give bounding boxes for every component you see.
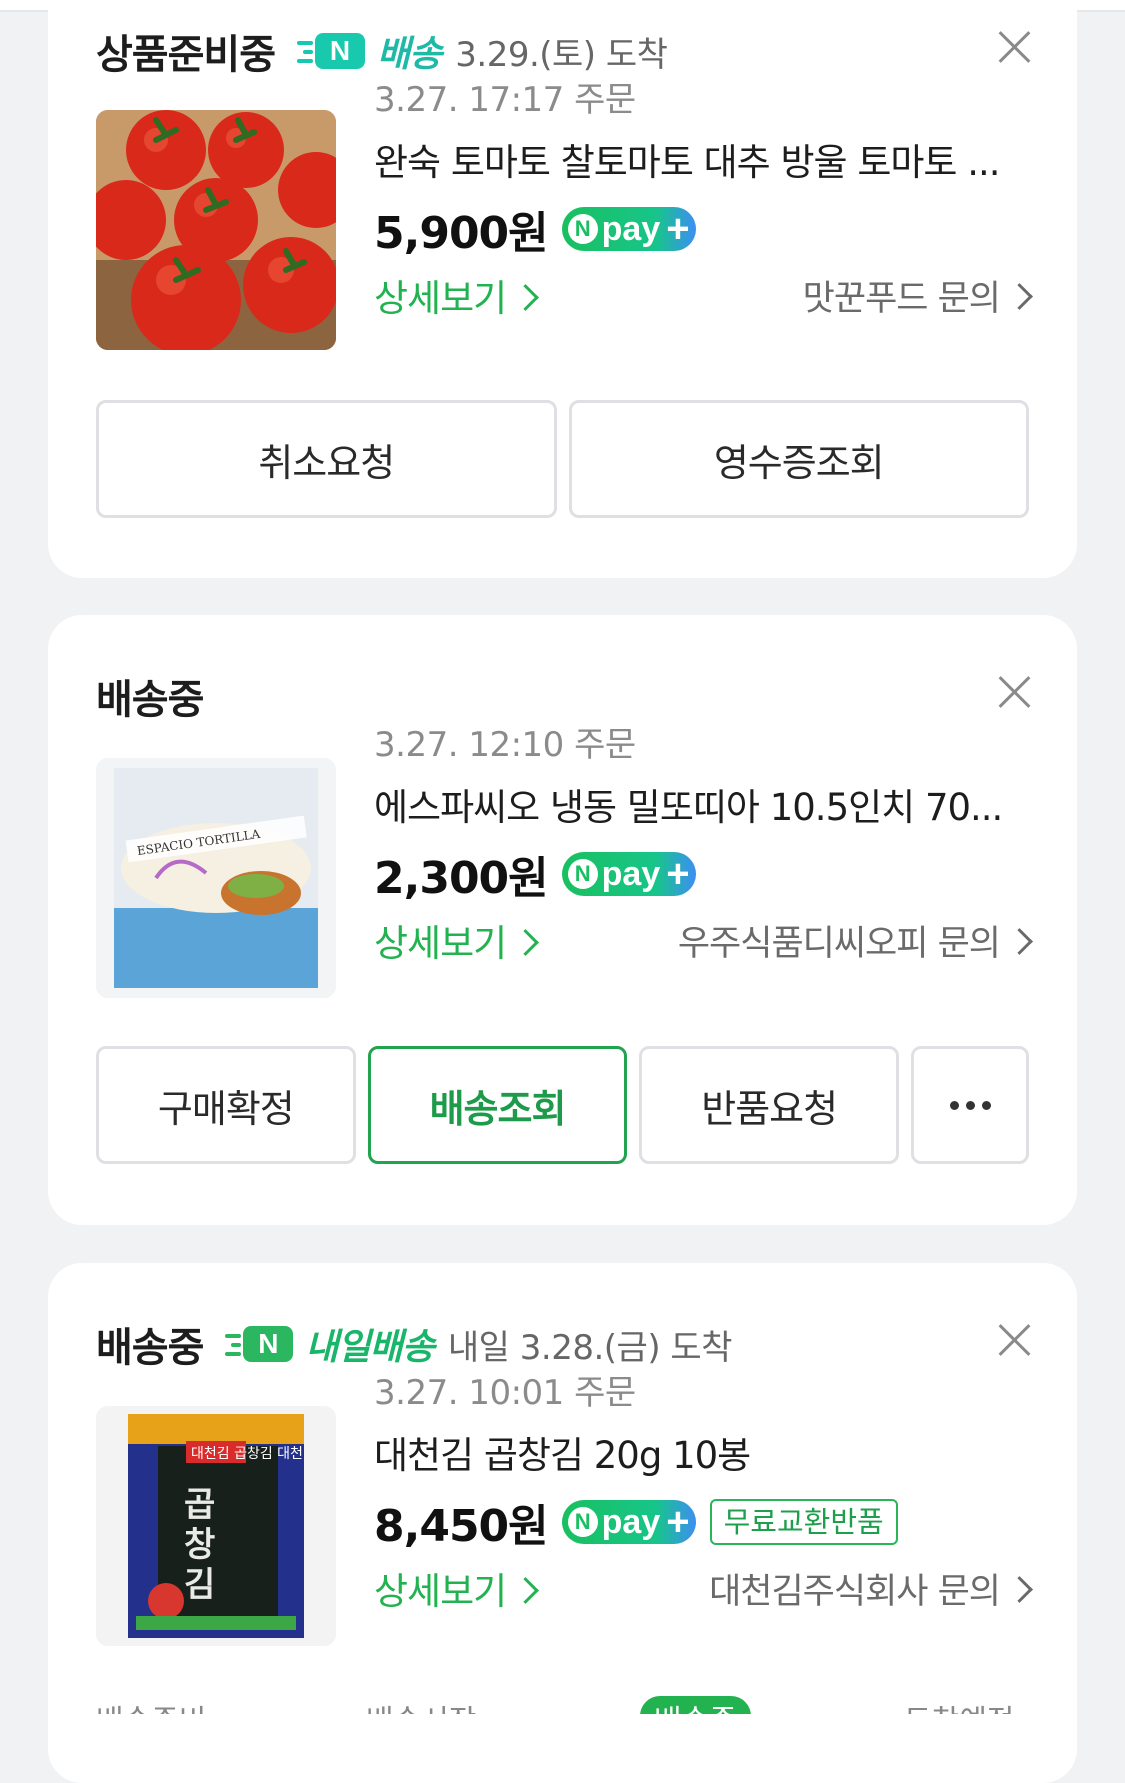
seller-inquiry-link[interactable]: 대천김주식회사 문의 (709, 1563, 1033, 1614)
return-request-button[interactable]: 반품요청 (639, 1046, 900, 1164)
chevron-right-icon (1006, 1576, 1033, 1603)
product-price: 2,300원 (374, 853, 549, 904)
detail-link[interactable]: 상세보기 (374, 913, 540, 967)
confirm-purchase-button[interactable]: 구매확정 (96, 1046, 356, 1164)
npay-n-icon: N (567, 214, 598, 244)
close-icon[interactable] (997, 1323, 1031, 1357)
svg-text:대천김 곱창김 대천: 대천김 곱창김 대천 (191, 1446, 303, 1462)
link-row: 상세보기 대천김주식회사 문의 (374, 1561, 1033, 1615)
npay-plus-badge: N pay + (561, 1500, 696, 1544)
npay-plus-badge: N pay + (561, 852, 696, 896)
order-time: 3.27. 17:17 주문 (374, 80, 636, 120)
product-image-tomato[interactable] (96, 110, 336, 350)
status-row: 상품준비중 N 배송 3.29.(토) 도착 (96, 22, 668, 80)
svg-text:김: 김 (184, 1565, 215, 1605)
order-time: 3.27. 10:01 주문 (374, 1373, 636, 1413)
action-buttons: 취소요청 영수증조회 (96, 400, 1029, 518)
delivery-progress-steps: 배송준비 배송시작 배송중 도착예정 (48, 1696, 1077, 1714)
npay-plus-badge: N pay + (561, 207, 696, 251)
order-card: 배송중 ESPACIO TORTILLA 3.27. 12:10 주문 에스파씨… (48, 615, 1077, 1225)
step-label: 도착예정 (904, 1696, 1014, 1714)
more-icon (949, 1100, 991, 1110)
order-info: 3.27. 10:01 주문 대천김 곱창김 20g 10봉 8,450원 N … (374, 1371, 1033, 1615)
close-icon[interactable] (997, 30, 1031, 64)
svg-text:곱: 곱 (184, 1485, 215, 1525)
delivery-truck-icon: N (297, 31, 369, 71)
product-price: 8,450원 (374, 1501, 549, 1552)
order-status: 상품준비중 (96, 32, 276, 78)
status-row: 배송중 (96, 667, 204, 725)
delivery-badge: N 배송 (297, 25, 442, 77)
chevron-right-icon (512, 284, 540, 311)
order-info: 3.27. 12:10 주문 에스파씨오 냉동 밀또띠아 10.5인치 70..… (374, 723, 1033, 967)
cancel-request-button[interactable]: 취소요청 (96, 400, 557, 518)
step-label: 배송시작 (366, 1696, 476, 1714)
delivery-type: 배송 (377, 34, 442, 75)
order-time: 3.27. 12:10 주문 (374, 725, 636, 765)
chevron-right-icon (512, 929, 540, 956)
seller-inquiry-link[interactable]: 우주식품디씨오피 문의 (678, 915, 1033, 966)
price-row: 5,900원 N pay + (374, 198, 1029, 260)
product-name[interactable]: 대천김 곱창김 20g 10봉 (374, 1433, 1029, 1479)
svg-text:창: 창 (184, 1525, 215, 1565)
free-return-badge: 무료교환반품 (709, 1499, 898, 1545)
receipt-button[interactable]: 영수증조회 (568, 400, 1029, 518)
product-name[interactable]: 에스파씨오 냉동 밀또띠아 10.5인치 70... (374, 785, 1029, 831)
step-label: 배송준비 (96, 1696, 206, 1714)
more-button[interactable] (911, 1046, 1030, 1164)
price-row: 2,300원 N pay + (374, 843, 1029, 905)
step-label-current: 배송중 (640, 1696, 751, 1714)
link-row: 상세보기 우주식품디씨오피 문의 (374, 913, 1033, 967)
delivery-badge: N 내일배송 (225, 1318, 435, 1370)
chevron-right-icon (512, 1577, 540, 1604)
product-image-seaweed[interactable]: 대천김 곱창김 대천 곱창김 (96, 1406, 336, 1646)
order-info: 3.27. 17:17 주문 완숙 토마토 찰토마토 대추 방울 토마토 ...… (374, 78, 1033, 322)
close-icon[interactable] (997, 675, 1031, 709)
track-delivery-button[interactable]: 배송조회 (367, 1046, 628, 1164)
npay-n-icon: N (567, 859, 598, 889)
product-image-tortilla[interactable]: ESPACIO TORTILLA (96, 758, 336, 998)
link-row: 상세보기 맛꾼푸드 문의 (374, 268, 1033, 322)
chevron-right-icon (1006, 283, 1033, 310)
delivery-type: 내일배송 (305, 1327, 434, 1368)
product-name[interactable]: 완숙 토마토 찰토마토 대추 방울 토마토 ... (374, 140, 1029, 186)
detail-link[interactable]: 상세보기 (374, 268, 540, 322)
seller-inquiry-link[interactable]: 맛꾼푸드 문의 (803, 270, 1033, 321)
action-buttons: 구매확정 배송조회 반품요청 (96, 1046, 1030, 1164)
order-status: 배송중 (96, 677, 204, 723)
status-row: 배송중 N 내일배송 내일 3.28.(금) 도착 (96, 1315, 732, 1373)
npay-n-icon: N (567, 1507, 598, 1537)
price-row: 8,450원 N pay + 무료교환반품 (374, 1491, 1029, 1553)
delivery-truck-icon: N (225, 1324, 297, 1364)
arrival-date: 3.29.(토) 도착 (455, 34, 668, 75)
chevron-right-icon (1006, 928, 1033, 955)
order-status: 배송중 (96, 1325, 204, 1371)
arrival-date: 내일 3.28.(금) 도착 (447, 1327, 733, 1368)
product-price: 5,900원 (374, 208, 549, 259)
order-card: 상품준비중 N 배송 3.29.(토) 도착 3.27. 17:17 주문 완숙… (48, 0, 1077, 578)
detail-link[interactable]: 상세보기 (374, 1561, 540, 1615)
